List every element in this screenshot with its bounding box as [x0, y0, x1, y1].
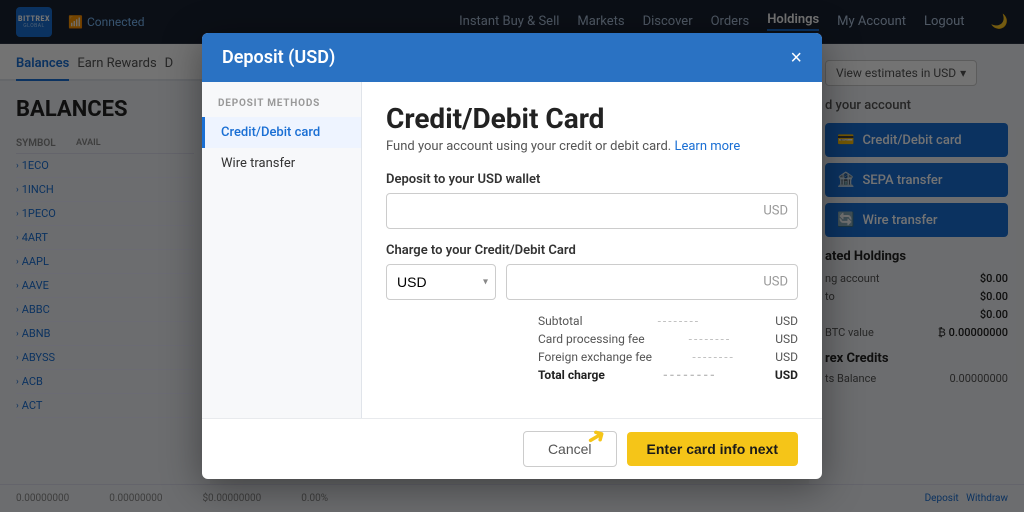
modal-sidebar: DEPOSIT METHODS Credit/Debit card Wire t… — [202, 82, 362, 418]
fee-subtotal-row: Subtotal -------- USD — [538, 314, 798, 328]
submit-button[interactable]: ➜ Enter card info next — [627, 432, 798, 466]
modal-body: DEPOSIT METHODS Credit/Debit card Wire t… — [202, 82, 822, 418]
currency-select-wrapper: USD EUR GBP ▾ — [386, 264, 496, 300]
deposit-modal: Deposit (USD) × DEPOSIT METHODS Credit/D… — [202, 33, 822, 479]
form-title: Credit/Debit Card — [386, 102, 798, 135]
modal-title: Deposit (USD) — [222, 47, 335, 68]
method-credit-debit[interactable]: Credit/Debit card — [202, 117, 361, 148]
modal-overlay: Deposit (USD) × DEPOSIT METHODS Credit/D… — [0, 0, 1024, 512]
deposit-methods-label: DEPOSIT METHODS — [202, 98, 361, 109]
fee-fx-dashes: -------- — [692, 350, 735, 364]
fee-subtotal-label: Subtotal — [538, 314, 583, 328]
fee-table: Subtotal -------- USD Card processing fe… — [538, 314, 798, 382]
fee-total-row: Total charge -------- USD — [538, 368, 798, 382]
fee-fx-unit: USD — [775, 350, 798, 364]
fee-fx-row: Foreign exchange fee -------- USD — [538, 350, 798, 364]
learn-more-link[interactable]: Learn more — [674, 139, 740, 154]
charge-currency-suffix: USD — [763, 275, 788, 290]
charge-amount-wrapper: USD — [506, 264, 798, 300]
fee-total-label: Total charge — [538, 368, 605, 382]
fee-processing-dashes: -------- — [689, 332, 732, 346]
fee-processing-label: Card processing fee — [538, 332, 645, 346]
deposit-currency-suffix: USD — [763, 204, 788, 219]
deposit-amount-input[interactable] — [386, 193, 798, 229]
fee-subtotal-dashes: -------- — [658, 314, 701, 328]
deposit-field-label: Deposit to your USD wallet — [386, 172, 798, 187]
fee-fx-label: Foreign exchange fee — [538, 350, 652, 364]
modal-footer: Cancel ➜ Enter card info next — [202, 418, 822, 479]
submit-label: Enter card info next — [647, 441, 778, 457]
fee-subtotal-unit: USD — [775, 314, 798, 328]
fee-processing-unit: USD — [775, 332, 798, 346]
method-wire-transfer[interactable]: Wire transfer — [202, 148, 361, 179]
fee-processing-row: Card processing fee -------- USD — [538, 332, 798, 346]
fee-total-dashes: -------- — [663, 368, 717, 382]
currency-select[interactable]: USD EUR GBP — [386, 264, 496, 300]
deposit-input-wrapper: USD — [386, 193, 798, 229]
form-subtitle: Fund your account using your credit or d… — [386, 139, 798, 154]
modal-header: Deposit (USD) × — [202, 33, 822, 82]
modal-main-content: Credit/Debit Card Fund your account usin… — [362, 82, 822, 418]
charge-amount-input[interactable] — [506, 264, 798, 300]
charge-row: USD EUR GBP ▾ USD — [386, 264, 798, 300]
charge-field-label: Charge to your Credit/Debit Card — [386, 243, 798, 258]
modal-close-button[interactable]: × — [790, 48, 802, 68]
fee-total-unit: USD — [775, 368, 798, 382]
